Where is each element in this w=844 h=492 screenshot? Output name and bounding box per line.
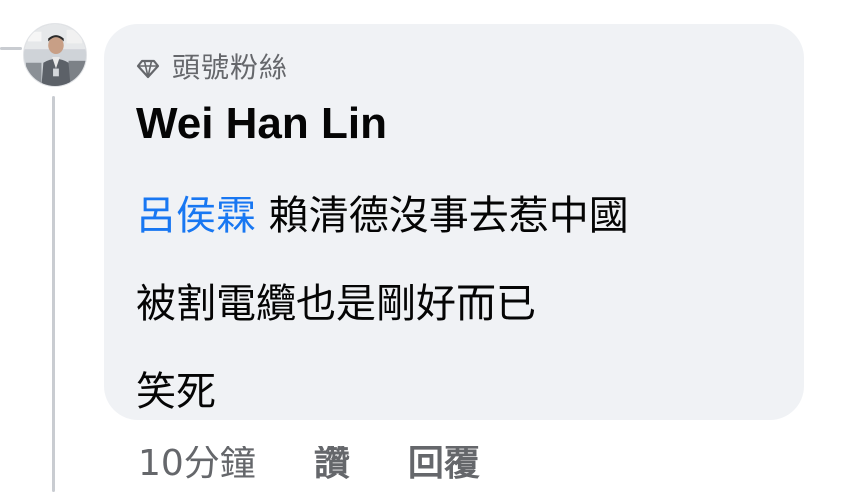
badge-label: 頭號粉絲 [172, 51, 289, 84]
mention-link[interactable]: 呂侯霖 [136, 193, 256, 239]
like-button[interactable]: 讚 [314, 446, 350, 492]
comment-text-line-2: 被割電纜也是剛好而已 [136, 281, 536, 327]
comment-text: 呂侯霖 賴清德沒事去惹中國 被割電纜也是剛好而已 笑死 [136, 172, 786, 436]
comment-actions: 10分鐘 讚 回覆 [138, 446, 480, 492]
diamond-icon [136, 59, 160, 79]
comment-text-line-3: 笑死 [136, 369, 216, 415]
thread-connector-line [0, 47, 22, 50]
reply-button[interactable]: 回覆 [408, 446, 480, 492]
comment-line-1: 呂侯霖 賴清德沒事去惹中國 [136, 172, 786, 260]
thread-reply-line [52, 96, 55, 492]
comment-thread: 頭號粉絲 Wei Han Lin 呂侯霖 賴清德沒事去惹中國 被割電纜也是剛好而… [0, 0, 844, 492]
comment-timestamp[interactable]: 10分鐘 [138, 446, 256, 492]
comment-author-name[interactable]: Wei Han Lin [136, 96, 387, 152]
top-fan-badge: 頭號粉絲 [136, 48, 288, 88]
avatar-photo [24, 24, 86, 86]
comment-text-line-1: 賴清德沒事去惹中國 [268, 193, 629, 239]
avatar[interactable] [23, 23, 87, 87]
